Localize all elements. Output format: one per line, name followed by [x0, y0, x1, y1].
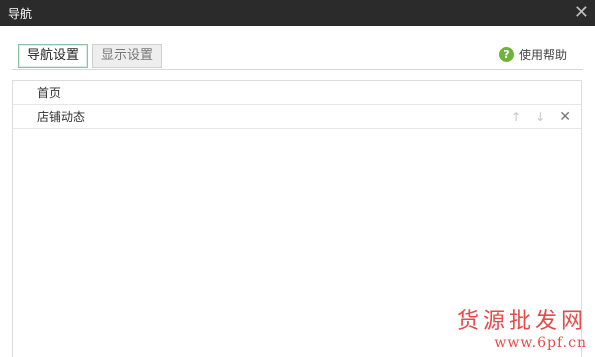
tab-divider [12, 69, 583, 70]
arrow-down-icon[interactable]: ↓ [535, 110, 545, 124]
nav-item-label: 店铺动态 [37, 110, 86, 124]
window-title: 导航 [8, 6, 33, 21]
question-icon: ? [498, 47, 514, 62]
nav-item-label: 首页 [37, 86, 62, 100]
watermark: 货源批发网 www.6pf.cn [457, 303, 587, 351]
window-titlebar: 导航 ✕ [0, 0, 595, 26]
tab-nav-settings[interactable]: 导航设置 [18, 44, 89, 68]
arrow-up-icon[interactable]: ↑ [511, 110, 521, 124]
tab-display-settings[interactable]: 显示设置 [92, 44, 163, 68]
list-item[interactable]: 首页 [13, 81, 581, 105]
watermark-title: 货源批发网 [456, 309, 587, 334]
help-label: 使用帮助 [518, 48, 567, 62]
row-actions: ↑ ↓ ✕ [511, 109, 571, 125]
delete-icon[interactable]: ✕ [559, 109, 571, 125]
tab-bar: 导航设置 显示设置 [18, 44, 163, 70]
close-icon[interactable]: ✕ [574, 4, 589, 22]
list-item[interactable]: 店铺动态 ↑ ↓ ✕ [13, 105, 581, 129]
watermark-url: www.6pf.cn [494, 335, 587, 351]
help-link[interactable]: ? 使用帮助 [498, 46, 567, 63]
